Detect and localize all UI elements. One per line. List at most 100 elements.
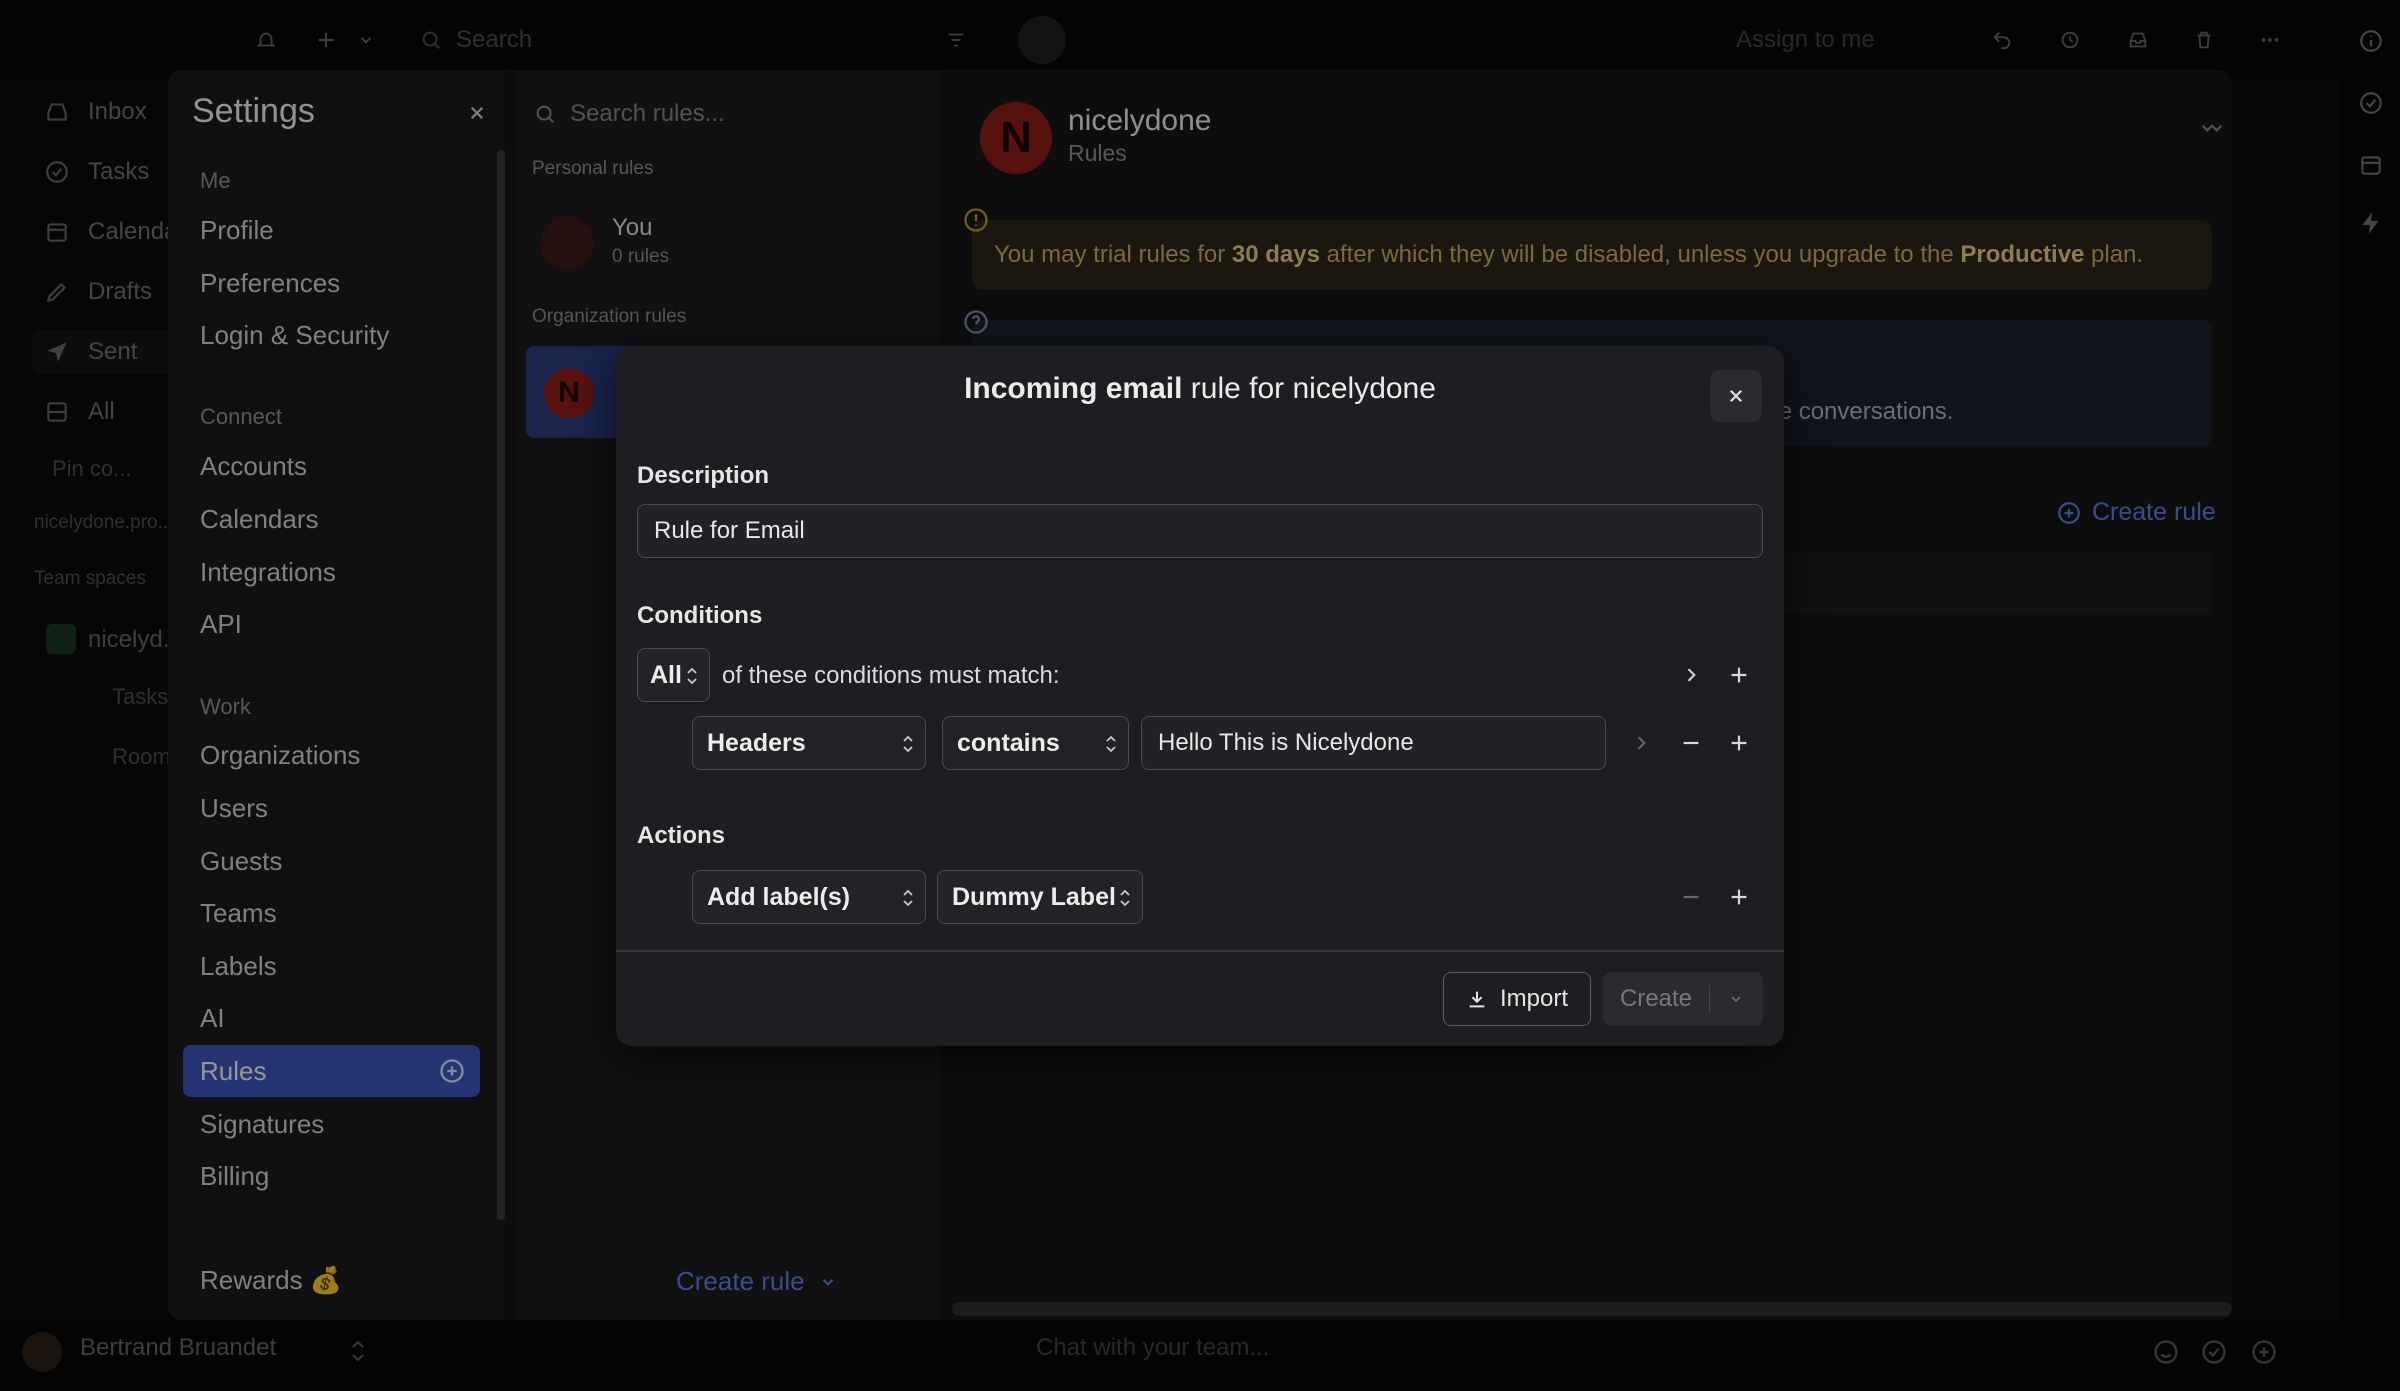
organization-avatar-large: N xyxy=(980,102,1052,174)
check-circle-icon xyxy=(46,161,68,183)
team-room[interactable]: Room xyxy=(112,744,171,770)
description-input[interactable]: Rule for Email xyxy=(637,504,1763,558)
compose-plus-icon[interactable] xyxy=(310,24,342,56)
chevron-down-icon[interactable] xyxy=(350,24,382,56)
settings-item-rewards[interactable]: Rewards 💰 xyxy=(200,1260,342,1300)
warning-text-3: plan. xyxy=(2084,241,2144,268)
top-search-input[interactable]: Search xyxy=(420,20,940,60)
inbox-tray-icon[interactable] xyxy=(2122,24,2154,56)
settings-item-api[interactable]: API xyxy=(200,604,242,644)
undo-icon[interactable] xyxy=(1986,24,2018,56)
settings-item-ai[interactable]: AI xyxy=(200,998,225,1038)
import-button[interactable]: Import xyxy=(1443,972,1591,1026)
modal-footer-divider xyxy=(616,950,1784,952)
trash-icon[interactable] xyxy=(2188,24,2220,56)
nav-label: All xyxy=(88,398,115,425)
nav-pinned[interactable]: Pin co... xyxy=(52,456,131,482)
action-label-select[interactable]: Dummy Label xyxy=(937,870,1143,924)
settings-item-preferences[interactable]: Preferences xyxy=(200,263,340,303)
create-options-button[interactable] xyxy=(1710,991,1762,1007)
add-condition-button[interactable] xyxy=(1724,728,1754,758)
check-badge-icon[interactable] xyxy=(2358,90,2384,116)
clock-icon[interactable] xyxy=(2054,24,2086,56)
calendar-rail-icon[interactable] xyxy=(2358,152,2384,178)
nav-all[interactable]: All xyxy=(44,390,115,434)
create-button[interactable]: Create xyxy=(1603,972,1763,1026)
top-toolbar: Search Assign to me xyxy=(0,0,2400,80)
settings-item-label: Rules xyxy=(200,1056,267,1086)
user-avatar[interactable] xyxy=(22,1332,62,1372)
main-sidebar: Inbox Tasks Calendar Drafts Sent All Pin… xyxy=(0,80,185,1320)
rules-search-placeholder: Search rules... xyxy=(570,100,725,127)
minus-icon xyxy=(1683,741,1699,745)
settings-item-users[interactable]: Users xyxy=(200,788,268,828)
add-rule-circle-icon[interactable] xyxy=(438,1057,466,1085)
warning-icon xyxy=(964,208,988,232)
close-modal-button[interactable] xyxy=(1710,370,1762,422)
settings-item-profile[interactable]: Profile xyxy=(200,210,274,250)
updown-icon[interactable] xyxy=(350,1338,366,1364)
account-avatar[interactable] xyxy=(1018,16,1066,64)
team-avatar xyxy=(46,624,76,654)
stack-icon xyxy=(47,402,67,422)
settings-item-integrations[interactable]: Integrations xyxy=(200,552,336,592)
task-check-icon[interactable] xyxy=(2200,1338,2228,1366)
match-mode-select[interactable]: All xyxy=(637,648,710,702)
info-icon[interactable] xyxy=(2358,28,2384,54)
remove-condition-button[interactable] xyxy=(1676,728,1706,758)
nav-calendar[interactable]: Calendar xyxy=(44,210,185,254)
add-action-button[interactable] xyxy=(1724,882,1754,912)
condition-field-select[interactable]: Headers xyxy=(692,716,926,770)
assign-to-me-button[interactable]: Assign to me xyxy=(1736,26,1875,54)
create-rule-label: Create rule xyxy=(2092,498,2216,526)
user-name[interactable]: Bertrand Bruandet xyxy=(80,1334,276,1362)
settings-item-login-security[interactable]: Login & Security xyxy=(200,315,389,355)
settings-item-accounts[interactable]: Accounts xyxy=(200,446,307,486)
settings-item-organizations[interactable]: Organizations xyxy=(200,735,360,775)
add-condition-group-button[interactable] xyxy=(1724,660,1754,690)
settings-scrollbar[interactable] xyxy=(497,150,505,1220)
settings-group-connect: Connect xyxy=(200,404,282,429)
horizontal-scrollbar[interactable] xyxy=(952,1302,2232,1316)
expand-group-button[interactable] xyxy=(1676,660,1706,690)
action-type-select[interactable]: Add label(s) xyxy=(692,870,926,924)
plus-icon xyxy=(1731,889,1747,905)
chat-input[interactable]: Chat with your team... xyxy=(1036,1334,1269,1362)
create-rule-button[interactable]: Create rule xyxy=(2056,498,2216,527)
nav-sent[interactable]: Sent xyxy=(32,330,172,374)
condition-operator-value: contains xyxy=(957,728,1060,757)
settings-item-signatures[interactable]: Signatures xyxy=(200,1104,324,1144)
lightning-icon[interactable] xyxy=(2358,210,2384,236)
nav-tasks[interactable]: Tasks xyxy=(44,150,149,194)
inbox-icon xyxy=(47,103,67,121)
condition-operator-select[interactable]: contains xyxy=(942,716,1129,770)
settings-item-teams[interactable]: Teams xyxy=(200,893,277,933)
add-circle-icon[interactable] xyxy=(2250,1338,2278,1366)
settings-item-guests[interactable]: Guests xyxy=(200,841,282,881)
filter-icon[interactable] xyxy=(940,24,972,56)
nav-drafts[interactable]: Drafts xyxy=(44,270,152,314)
nav-inbox[interactable]: Inbox xyxy=(44,90,147,134)
settings-item-calendars[interactable]: Calendars xyxy=(200,499,319,539)
settings-item-rules[interactable]: Rules xyxy=(183,1045,480,1097)
more-icon[interactable] xyxy=(2254,24,2286,56)
close-settings-button[interactable] xyxy=(462,98,492,128)
settings-item-billing[interactable]: Billing xyxy=(200,1156,269,1196)
chevron-down-icon xyxy=(822,1278,833,1286)
emoji-icon[interactable] xyxy=(2152,1338,2180,1366)
rules-search-input[interactable]: Search rules... xyxy=(534,94,725,134)
add-circle-icon xyxy=(2058,501,2080,524)
personal-rules-name[interactable]: You xyxy=(612,214,653,242)
description-label: Description xyxy=(637,462,770,489)
search-icon xyxy=(422,31,440,49)
personal-avatar xyxy=(540,216,594,270)
remove-action-button[interactable] xyxy=(1676,882,1706,912)
settings-item-labels[interactable]: Labels xyxy=(200,946,277,986)
condition-value-input[interactable]: Hello This is Nicelydone xyxy=(1141,716,1606,770)
collapse-icon[interactable] xyxy=(2198,114,2226,142)
condition-expand-button[interactable] xyxy=(1626,728,1656,758)
organization-avatar: N xyxy=(544,368,594,418)
bell-icon[interactable] xyxy=(250,24,282,56)
create-rule-dropdown[interactable]: Create rule xyxy=(676,1266,837,1297)
team-tasks[interactable]: Tasks xyxy=(112,684,168,710)
